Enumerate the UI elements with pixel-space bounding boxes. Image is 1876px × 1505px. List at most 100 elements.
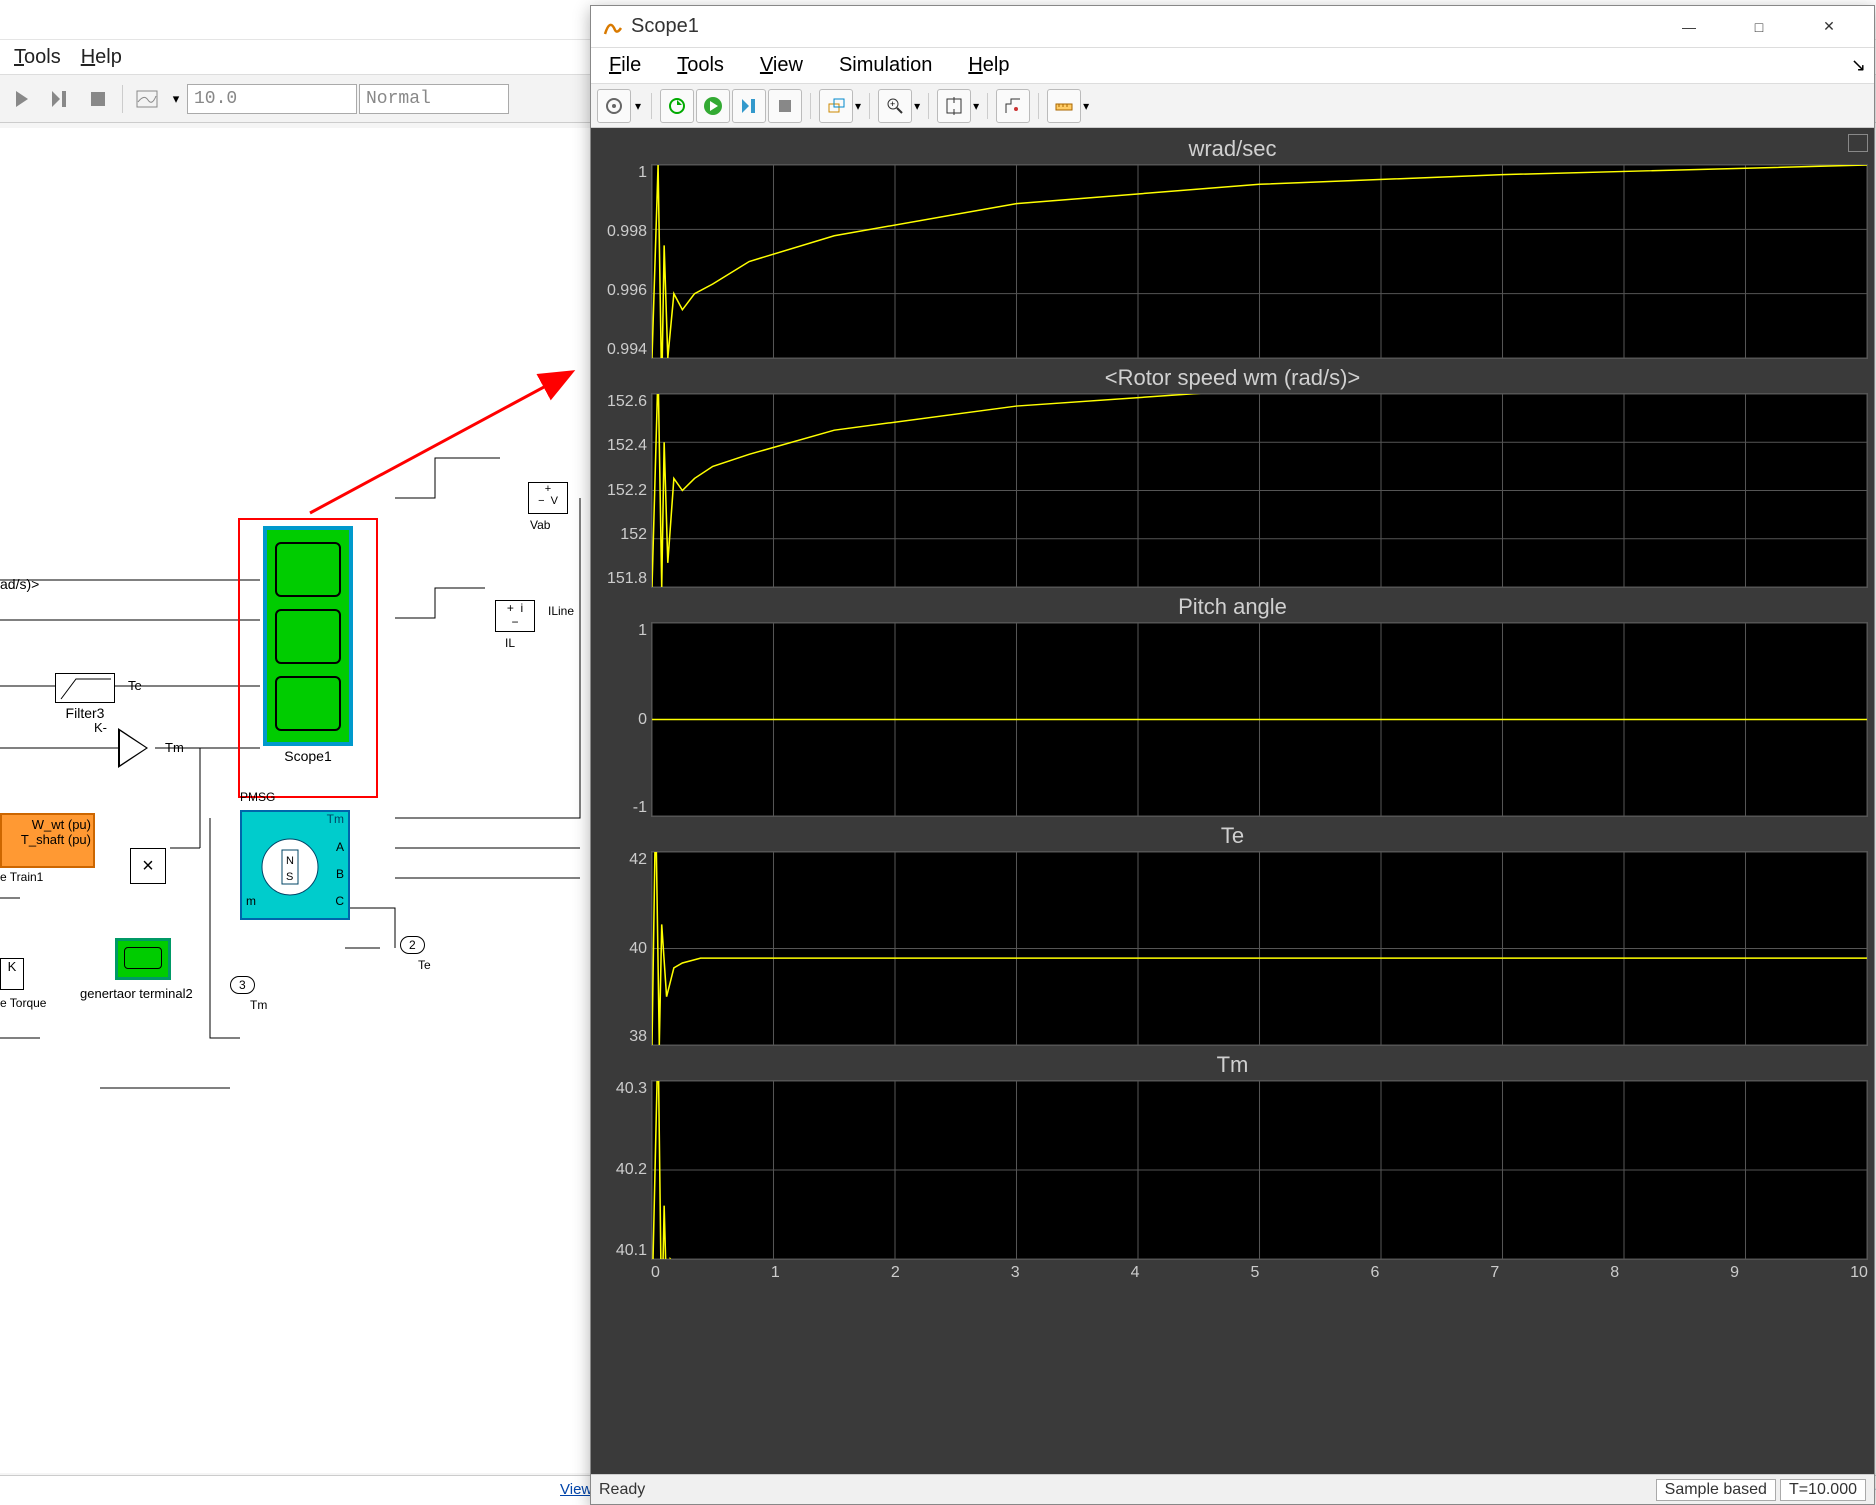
highlight-dropdown-icon[interactable]: ▾ <box>855 99 861 113</box>
plot-title-0: wrad/sec <box>597 132 1868 164</box>
plot-3: Te424038 <box>597 819 1868 1046</box>
tm-out-label: Tm <box>250 998 267 1012</box>
gen-terminal-block[interactable] <box>115 938 171 980</box>
scope-menu-view[interactable]: View <box>750 52 813 79</box>
scope-toolbar: ▾ ▾ + ▾ ▾ ▾ <box>591 84 1874 128</box>
stop-button[interactable] <box>80 81 116 117</box>
scope-dropdown-icon[interactable]: ▾ <box>167 81 185 117</box>
highlight-button[interactable] <box>819 89 853 123</box>
product-block[interactable]: × <box>130 848 166 884</box>
scope-maximize-button: □ <box>1724 7 1794 47</box>
plot-title-4: Tm <box>597 1048 1868 1080</box>
scope-menu-tools[interactable]: Tools <box>667 52 734 79</box>
play-button[interactable] <box>696 89 730 123</box>
train1-label: e Train1 <box>0 870 43 884</box>
menu-help[interactable]: Help <box>71 44 132 71</box>
out-port-2[interactable]: 2 <box>400 936 425 954</box>
cursor-button[interactable] <box>996 89 1030 123</box>
scope-menu-chevron-icon[interactable]: ↘ <box>1851 55 1866 76</box>
menu-tools-label: ools <box>24 46 61 68</box>
autoscale-dropdown-icon[interactable]: ▾ <box>973 99 979 113</box>
scope-view-button[interactable] <box>129 81 165 117</box>
autoscale-button[interactable] <box>937 89 971 123</box>
chart-box-2[interactable] <box>651 622 1868 817</box>
chart-box-4[interactable] <box>651 1080 1868 1260</box>
menu-tools[interactable]: Tools <box>4 44 71 71</box>
k-block[interactable]: K <box>0 958 24 990</box>
te-out-label: Te <box>418 958 431 972</box>
te-signal-label: Te <box>128 678 142 693</box>
sim-mode-field[interactable] <box>359 84 509 114</box>
measure-button[interactable] <box>1047 89 1081 123</box>
chart-box-3[interactable] <box>651 851 1868 1046</box>
il-meas-block[interactable]: + i− <box>495 600 535 632</box>
out-port-3[interactable]: 3 <box>230 976 255 994</box>
filter3-label: Filter3 <box>55 705 115 721</box>
scope1-block[interactable] <box>263 526 353 746</box>
svg-text:N: N <box>286 855 294 867</box>
y-axis-4: 40.340.240.1 <box>597 1080 651 1260</box>
scope-window: Scope1 — □ ✕ File Tools View Simulation … <box>590 5 1875 1505</box>
scope-titlebar[interactable]: Scope1 — □ ✕ <box>591 6 1874 48</box>
scope1-label: Scope1 <box>246 748 370 764</box>
step-button[interactable] <box>42 81 78 117</box>
y-axis-3: 424038 <box>597 851 651 1046</box>
pmsg-port-a: A <box>336 840 344 854</box>
plot-4: Tm40.340.240.1 <box>597 1048 1868 1260</box>
tm-signal-label: Tm <box>165 740 184 755</box>
scope-close-button[interactable]: ✕ <box>1794 7 1864 47</box>
plot-title-1: <Rotor speed wm (rad/s)> <box>597 361 1868 393</box>
run-button[interactable] <box>4 81 40 117</box>
plot-2: Pitch angle10-1 <box>597 590 1868 817</box>
red-arrow-icon <box>300 353 600 523</box>
plots-area: wrad/sec10.9980.9960.994<Rotor speed wm … <box>591 128 1874 1474</box>
measure-dropdown-icon[interactable]: ▾ <box>1083 99 1089 113</box>
train-block[interactable]: W_wt (pu) T_shaft (pu) <box>0 813 95 868</box>
matlab-icon <box>601 16 623 38</box>
il-label: IL <box>505 636 515 650</box>
toolbar-separator <box>122 85 123 113</box>
zoom-dropdown-icon[interactable]: ▾ <box>914 99 920 113</box>
stop-time-field[interactable] <box>187 84 357 114</box>
scope-statusbar: Ready Sample based T=10.000 <box>591 1474 1874 1504</box>
pmsg-port-b: B <box>336 867 344 881</box>
scope-menu-simulation[interactable]: Simulation <box>829 52 942 79</box>
plot-0: wrad/sec10.9980.9960.994 <box>597 132 1868 359</box>
status-ready: Ready <box>599 1481 645 1499</box>
scope1-highlight: Scope1 <box>238 518 378 798</box>
scope-menubar: File Tools View Simulation Help ↘ <box>591 48 1874 84</box>
config-button[interactable] <box>597 89 631 123</box>
stop-sim-button[interactable] <box>768 89 802 123</box>
filter3-block[interactable]: Filter3 <box>55 673 115 721</box>
plot-title-3: Te <box>597 819 1868 851</box>
gain-block[interactable]: K- <box>118 728 148 768</box>
bus-rotor-label: ad/s)> <box>0 576 39 592</box>
y-axis-0: 10.9980.9960.994 <box>597 164 651 359</box>
chart-box-0[interactable] <box>651 164 1868 359</box>
shared-x-axis: 012345678910 <box>651 1262 1868 1282</box>
chart-box-1[interactable] <box>651 393 1868 588</box>
step-fwd-button[interactable] <box>732 89 766 123</box>
svg-text:S: S <box>286 871 293 883</box>
gen-terminal-label: genertaor terminal2 <box>80 986 193 1001</box>
pmsg-block[interactable]: N S Tm A B C m <box>240 810 350 920</box>
scope-minimize-button[interactable]: — <box>1654 7 1724 47</box>
plot-1: <Rotor speed wm (rad/s)>152.6152.4152.21… <box>597 361 1868 588</box>
plot-title-2: Pitch angle <box>597 590 1868 622</box>
y-axis-2: 10-1 <box>597 622 651 817</box>
t-shaft-label: T_shaft (pu) <box>4 832 91 847</box>
pmsg-label: PMSG <box>240 790 275 804</box>
y-axis-1: 152.6152.4152.2152151.8 <box>597 393 651 588</box>
pmsg-port-tm: Tm <box>327 812 344 826</box>
restart-button[interactable] <box>660 89 694 123</box>
zoom-button[interactable]: + <box>878 89 912 123</box>
scope-menu-file[interactable]: File <box>599 52 651 79</box>
pmsg-port-m: m <box>246 894 256 908</box>
status-time: T=10.000 <box>1780 1479 1866 1501</box>
status-sample: Sample based <box>1656 1479 1776 1501</box>
iline-label: ILine <box>548 604 574 618</box>
scope-menu-help[interactable]: Help <box>958 52 1019 79</box>
w-wt-label: W_wt (pu) <box>4 817 91 832</box>
torque-label: e Torque <box>0 996 46 1010</box>
config-dropdown-icon[interactable]: ▾ <box>633 99 643 113</box>
